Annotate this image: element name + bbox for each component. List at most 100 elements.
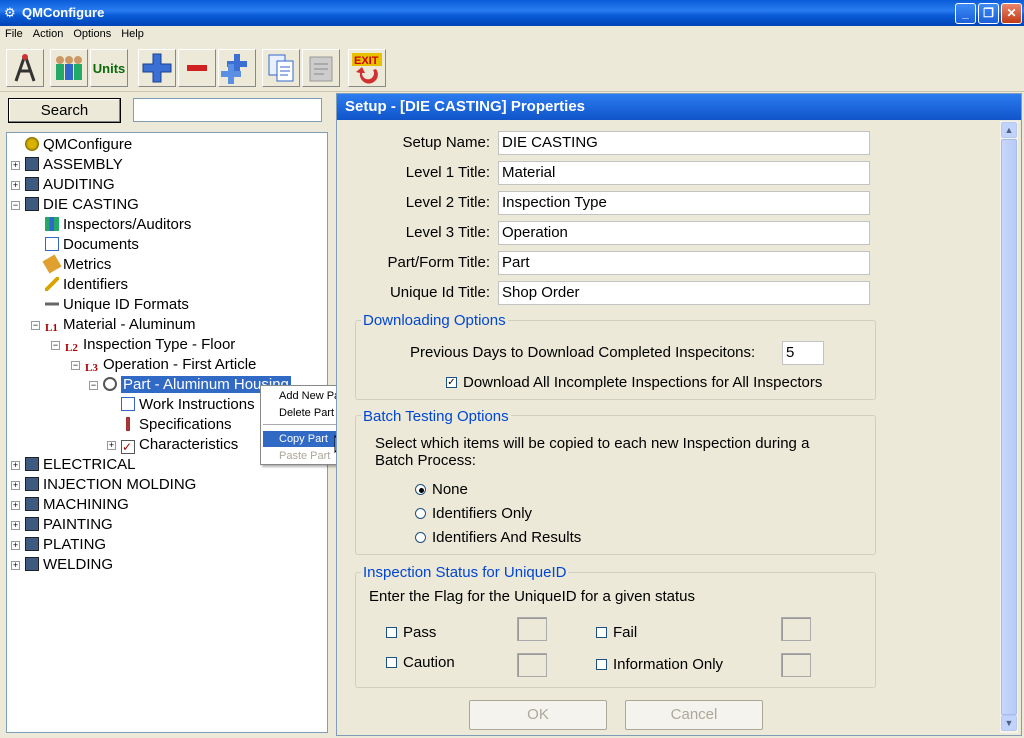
radio-none-label: None (432, 481, 468, 498)
add-button[interactable] (138, 49, 176, 87)
vertical-scrollbar[interactable]: ▲ ▼ (1000, 121, 1018, 733)
tree-root[interactable]: QMConfigure (25, 135, 132, 155)
scroll-thumb[interactable] (1001, 139, 1017, 715)
fail-checkbox[interactable] (596, 627, 607, 638)
expand-icon[interactable]: + (11, 161, 20, 170)
compass-tool-button[interactable] (6, 49, 44, 87)
paste-icon (309, 56, 333, 82)
tree-item-inspectors[interactable]: Inspectors/Auditors (45, 215, 191, 235)
tree-item-metrics[interactable]: Metrics (42, 254, 111, 275)
compass-icon (14, 54, 36, 82)
expand-icon[interactable]: + (11, 181, 20, 190)
pass-checkbox[interactable] (386, 627, 397, 638)
expand-icon[interactable]: + (11, 521, 20, 530)
panel-title: Setup - [DIE CASTING] Properties (337, 94, 1021, 120)
ok-button[interactable]: OK (469, 700, 607, 730)
tree-item-die-casting[interactable]: DIE CASTING (25, 195, 139, 215)
tree-item-assembly[interactable]: ASSEMBLY (25, 155, 123, 175)
tree-item-injection-molding[interactable]: INJECTION MOLDING (25, 475, 196, 495)
document-icon (121, 397, 135, 411)
scroll-down-icon[interactable]: ▼ (1001, 715, 1017, 731)
minimize-button[interactable]: _ (955, 3, 976, 24)
menu-file[interactable]: File (0, 26, 28, 40)
part-form-title-field[interactable]: Part (498, 251, 870, 275)
menu-options[interactable]: Options (68, 26, 116, 40)
collapse-icon[interactable]: − (11, 201, 20, 210)
level3-title-field[interactable]: Operation (498, 221, 870, 245)
expand-icon[interactable]: + (11, 541, 20, 550)
book-icon (25, 557, 39, 571)
units-button[interactable]: Units (90, 49, 128, 87)
pass-flag-field[interactable] (517, 617, 547, 641)
fail-flag-field[interactable] (781, 617, 811, 641)
menu-action[interactable]: Action (28, 26, 69, 40)
inspectors-button[interactable] (50, 49, 88, 87)
menu-help[interactable]: Help (116, 26, 149, 40)
caution-checkbox[interactable] (386, 657, 397, 668)
restore-button[interactable]: ❐ (978, 3, 999, 24)
tree-item-operation[interactable]: L3 Operation - First Article (85, 355, 256, 375)
radio-identifiers-only[interactable] (415, 508, 426, 519)
exit-button[interactable]: EXIT (348, 49, 386, 87)
tree-item-material[interactable]: L1 Material - Aluminum (45, 315, 196, 335)
collapse-icon[interactable]: − (71, 361, 80, 370)
add-multiple-button[interactable] (218, 49, 256, 87)
information-only-checkbox[interactable] (596, 659, 607, 670)
tree-item-painting[interactable]: PAINTING (25, 515, 113, 535)
expand-icon[interactable]: + (107, 441, 116, 450)
search-button[interactable]: Search (8, 98, 121, 123)
tree-item-auditing[interactable]: AUDITING (25, 175, 115, 195)
tree-item-machining[interactable]: MACHINING (25, 495, 129, 515)
toolbar: Units EXIT (0, 44, 1024, 92)
exit-label: EXIT (354, 55, 379, 67)
tree-item-unique-id-formats[interactable]: Unique ID Formats (45, 295, 189, 315)
search-input[interactable] (133, 98, 322, 122)
previous-days-field[interactable]: 5 (782, 341, 824, 365)
download-all-checkbox[interactable]: ✓ (446, 377, 457, 388)
tree-item-documents[interactable]: Documents (45, 235, 139, 255)
expand-icon[interactable]: + (11, 481, 20, 490)
level1-title-field[interactable]: Material (498, 161, 870, 185)
close-button[interactable]: ✕ (1001, 3, 1022, 24)
radio-none[interactable] (415, 484, 426, 495)
exit-icon: EXIT (352, 53, 382, 84)
batch-testing-title: Batch Testing Options (361, 408, 511, 425)
part-form-title-label: Part/Form Title: (387, 254, 490, 271)
collapse-icon[interactable]: − (31, 321, 40, 330)
collapse-icon[interactable]: − (51, 341, 60, 350)
radio-identifiers-only-label: Identifiers Only (432, 505, 533, 522)
expand-icon[interactable]: + (11, 501, 20, 510)
book-icon (25, 497, 39, 511)
paste-button[interactable] (302, 49, 340, 87)
expand-icon[interactable]: + (11, 561, 20, 570)
tree-item-specifications[interactable]: Specifications (121, 415, 232, 435)
window-title: QMConfigure (22, 5, 105, 20)
inspection-status-description: Enter the Flag for the UniqueID for a gi… (369, 588, 696, 605)
minus-icon (187, 65, 207, 71)
level2-icon: L2 (65, 342, 78, 354)
magnifier-icon (103, 377, 117, 391)
cancel-button[interactable]: Cancel (625, 700, 763, 730)
key-icon (45, 297, 59, 311)
level2-title-field[interactable]: Inspection Type (498, 191, 870, 215)
collapse-icon[interactable]: − (89, 381, 98, 390)
tree-item-inspection-type[interactable]: L2 Inspection Type - Floor (65, 335, 235, 355)
scroll-up-icon[interactable]: ▲ (1001, 122, 1017, 138)
download-all-label: Download All Incomplete Inspections for … (463, 374, 823, 391)
document-icon (45, 237, 59, 251)
setup-name-field[interactable]: DIE CASTING (498, 131, 870, 155)
tree-item-work-instructions[interactable]: Work Instructions (121, 395, 255, 415)
caution-flag-field[interactable] (517, 653, 547, 677)
tree-item-electrical[interactable]: ELECTRICAL (25, 455, 136, 475)
unique-id-title-field[interactable]: Shop Order (498, 281, 870, 305)
tree-item-plating[interactable]: PLATING (25, 535, 106, 555)
tree-item-welding[interactable]: WELDING (25, 555, 113, 575)
book-icon (25, 177, 39, 191)
tree-item-identifiers[interactable]: Identifiers (45, 275, 128, 295)
expand-icon[interactable]: + (11, 461, 20, 470)
tree-item-characteristics[interactable]: ✓ Characteristics (121, 435, 238, 455)
remove-button[interactable] (178, 49, 216, 87)
copy-button[interactable] (262, 49, 300, 87)
information-only-flag-field[interactable] (781, 653, 811, 677)
radio-identifiers-and-results[interactable] (415, 532, 426, 543)
